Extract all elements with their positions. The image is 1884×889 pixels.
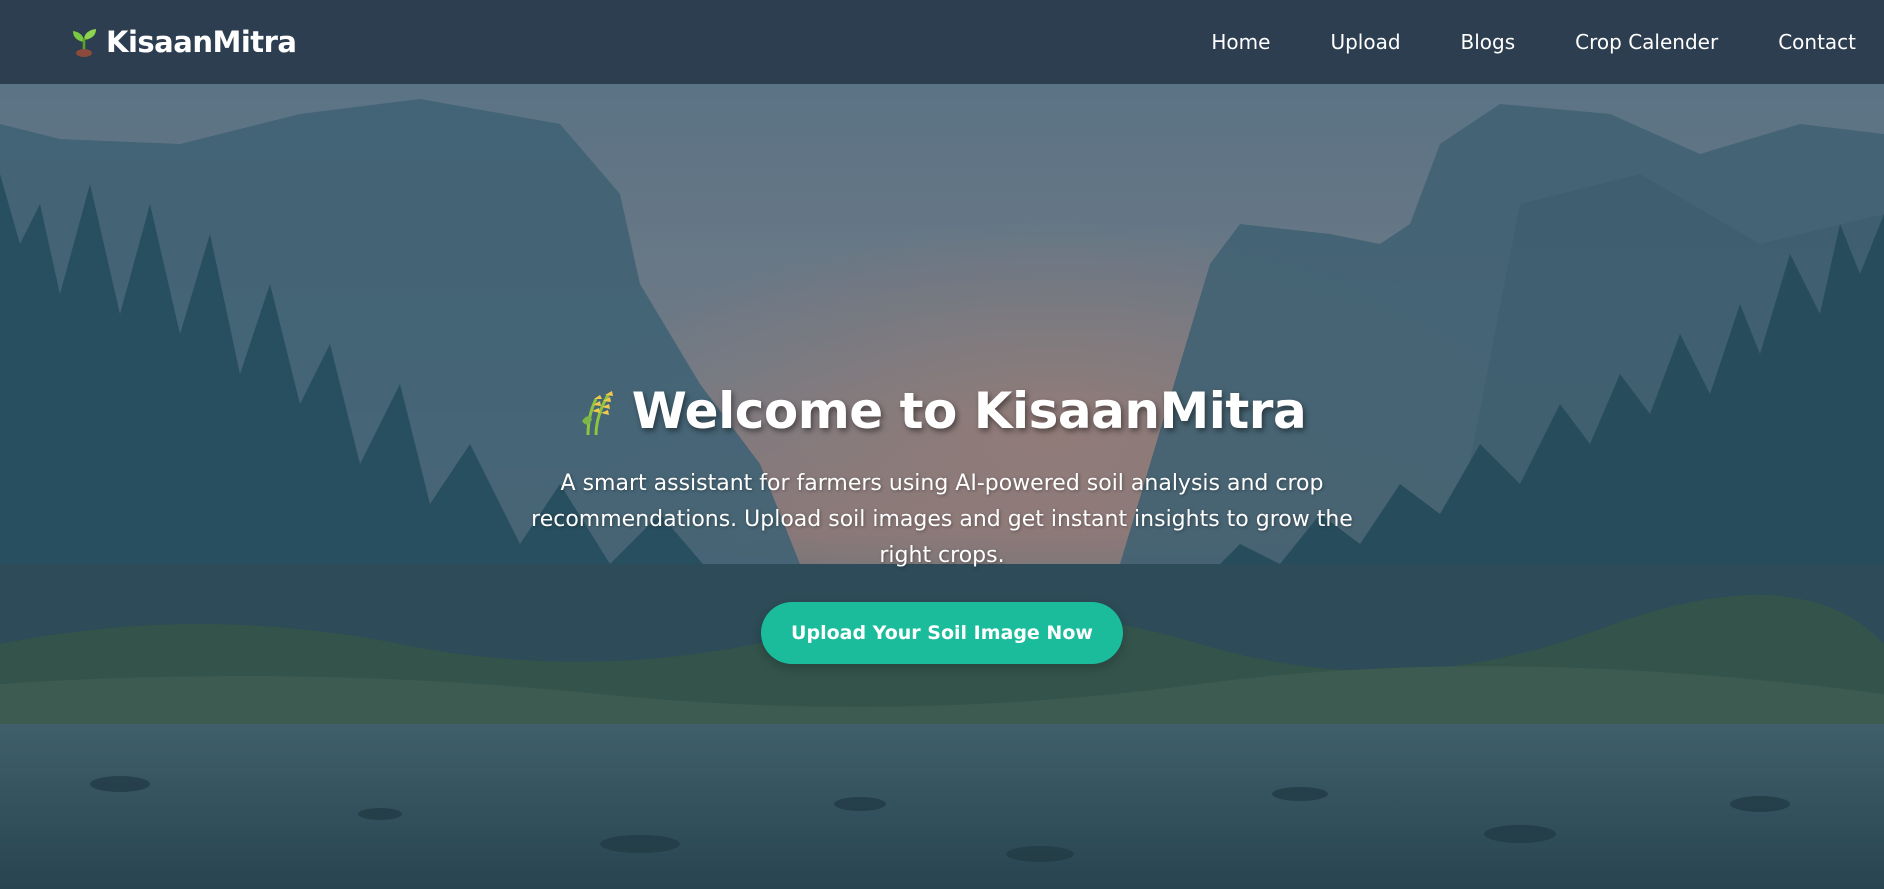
brand-name: KisaanMitra: [106, 25, 297, 59]
nav-item-contact[interactable]: Contact: [1778, 30, 1856, 54]
nav-item-blogs[interactable]: Blogs: [1461, 30, 1516, 54]
hero-title-row: Welcome to KisaanMitra: [578, 382, 1307, 440]
wheat-icon: [581, 391, 613, 436]
navbar: KisaanMitra Home Upload Blogs Crop Calen…: [0, 0, 1884, 84]
nav-item-home[interactable]: Home: [1211, 30, 1270, 54]
nav-item-upload[interactable]: Upload: [1330, 30, 1400, 54]
seedling-icon: [73, 29, 96, 57]
upload-soil-image-button[interactable]: Upload Your Soil Image Now: [761, 602, 1123, 664]
hero-title: Welcome to KisaanMitra: [631, 382, 1307, 440]
nav-menu: Home Upload Blogs Crop Calender Contact: [1211, 30, 1856, 54]
hero-section: Welcome to KisaanMitra A smart assistant…: [0, 84, 1884, 889]
hero-content: Welcome to KisaanMitra A smart assistant…: [0, 84, 1884, 889]
brand-logo-link[interactable]: KisaanMitra: [70, 25, 297, 59]
hero-subtitle: A smart assistant for farmers using AI-p…: [531, 471, 1353, 568]
nav-item-crop-calender[interactable]: Crop Calender: [1575, 30, 1718, 54]
